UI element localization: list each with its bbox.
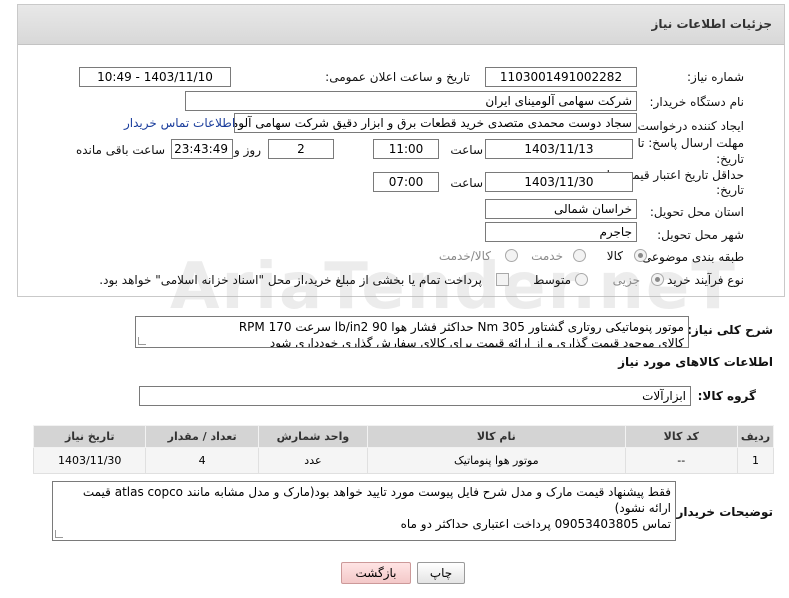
category-radio-goods[interactable]	[634, 249, 647, 262]
deadline-label: مهلت ارسال پاسخ: تا	[637, 136, 744, 150]
need-number-field[interactable]: 1103001491002282	[485, 67, 637, 87]
buyer-notes-line-1: فقط پیشنهاد قیمت مارک و مدل شرح فایل پیو…	[82, 485, 671, 515]
col-item-name: نام کالا	[367, 425, 626, 448]
process-option-medium: متوسط	[533, 273, 571, 287]
resize-grip-icon[interactable]	[138, 337, 146, 345]
cell-item-name: موتور هوا پنوماتیک	[367, 447, 626, 474]
goods-group-field[interactable]: ابزارآلات	[139, 386, 691, 406]
buyer-notes-textarea[interactable]: فقط پیشنهاد قیمت مارک و مدل شرح فایل پیو…	[52, 481, 676, 541]
category-option-service: خدمت	[531, 249, 563, 263]
treasury-payment-checkbox[interactable]	[496, 273, 509, 286]
validity-time-label: ساعت	[450, 176, 483, 190]
process-label: نوع فرآیند خرید :	[659, 273, 744, 287]
cell-row-number: 1	[736, 447, 775, 474]
announce-date-field[interactable]: 1403/11/10 - 10:49	[79, 67, 231, 87]
back-button[interactable]: بازگشت	[341, 562, 411, 584]
deadline-date-field[interactable]: 1403/11/13	[485, 139, 633, 159]
col-row-number: ردیف	[736, 425, 775, 448]
province-label: استان محل تحویل:	[649, 205, 744, 219]
requester-field[interactable]: سجاد دوست محمدی متصدی خرید قطعات برق و ا…	[234, 113, 637, 133]
buyer-notes-line-2: تماس 09053403805 پرداخت اعتباری حداکثر د…	[400, 517, 671, 531]
category-option-goods-service: کالا/خدمت	[438, 249, 491, 263]
announce-date-label: تاریخ و ساعت اعلان عمومی:	[325, 70, 470, 84]
panel-title: جزئیات اطلاعات نیاز	[651, 17, 772, 31]
buyer-contact-link[interactable]: اطلاعات تماس خریدار	[124, 116, 235, 130]
city-field[interactable]: جاجرم	[485, 222, 637, 242]
process-radio-minor[interactable]	[651, 273, 664, 286]
print-button[interactable]: چاپ	[417, 562, 465, 584]
col-need-date: تاریخ نیاز	[32, 425, 147, 448]
validity-date-field[interactable]: 1403/11/30	[485, 172, 633, 192]
goods-table: ردیف کد کالا نام کالا واحد شمارش تعداد /…	[32, 425, 775, 474]
goods-section-title: اطلاعات کالاهای مورد نیاز	[618, 355, 773, 369]
description-textarea[interactable]: موتور پنوماتیکی روتاری گشتاور 305 Nm حدا…	[135, 316, 689, 348]
category-option-goods: کالا	[606, 249, 623, 263]
resize-grip-icon[interactable]	[55, 530, 63, 538]
goods-table-header: ردیف کد کالا نام کالا واحد شمارش تعداد /…	[32, 425, 775, 448]
cell-item-code: --	[624, 447, 738, 474]
description-label: شرح کلی نیاز:	[687, 323, 773, 337]
category-radio-goods-service[interactable]	[505, 249, 518, 262]
deadline-time-label: ساعت	[450, 143, 483, 157]
cell-unit: عدد	[257, 447, 369, 474]
goods-group-label: گروه کالا:	[697, 389, 756, 403]
requester-label: ایجاد کننده درخواست:	[633, 119, 744, 133]
cell-need-date: 1403/11/30	[32, 447, 147, 474]
description-line-2: کالای موجود قیمت گذاری و از ارائه قیمت ب…	[269, 336, 684, 348]
deadline-time-field[interactable]: 11:00	[373, 139, 439, 159]
cell-quantity: 4	[145, 447, 259, 474]
deadline-label-date: تاریخ:	[716, 152, 744, 166]
time-remaining-field[interactable]: 23:43:49	[171, 139, 233, 159]
validity-time-field[interactable]: 07:00	[373, 172, 439, 192]
need-number-label: شماره نیاز:	[687, 70, 744, 84]
col-unit: واحد شمارش	[257, 425, 369, 448]
category-radio-service[interactable]	[573, 249, 586, 262]
validity-label-date: تاریخ:	[716, 183, 744, 197]
days-remaining-field[interactable]: 2	[268, 139, 334, 159]
time-remaining-label: ساعت باقی مانده	[75, 143, 165, 157]
buyer-notes-label: توضیحات خریدار:	[671, 505, 773, 519]
category-label: طبقه بندی موضوعی:	[637, 250, 744, 264]
city-label: شهر محل تحویل:	[657, 228, 744, 242]
days-label: روز و	[234, 143, 261, 157]
process-radio-medium[interactable]	[575, 273, 588, 286]
panel-header: جزئیات اطلاعات نیاز	[18, 5, 784, 45]
description-line-1: موتور پنوماتیکی روتاری گشتاور 305 Nm حدا…	[238, 320, 684, 334]
table-row: 1 -- موتور هوا پنوماتیک عدد 4 1403/11/30	[32, 447, 775, 474]
buyer-org-label: نام دستگاه خریدار:	[649, 95, 745, 109]
buyer-org-field[interactable]: شرکت سهامی آلومینای ایران	[185, 91, 637, 111]
treasury-payment-note: پرداخت تمام یا بخشی از مبلغ خرید،از محل …	[99, 273, 482, 287]
col-item-code: کد کالا	[624, 425, 738, 448]
process-option-minor: جزیی	[612, 273, 640, 287]
province-field[interactable]: خراسان شمالی	[485, 199, 637, 219]
col-quantity: تعداد / مقدار	[145, 425, 259, 448]
